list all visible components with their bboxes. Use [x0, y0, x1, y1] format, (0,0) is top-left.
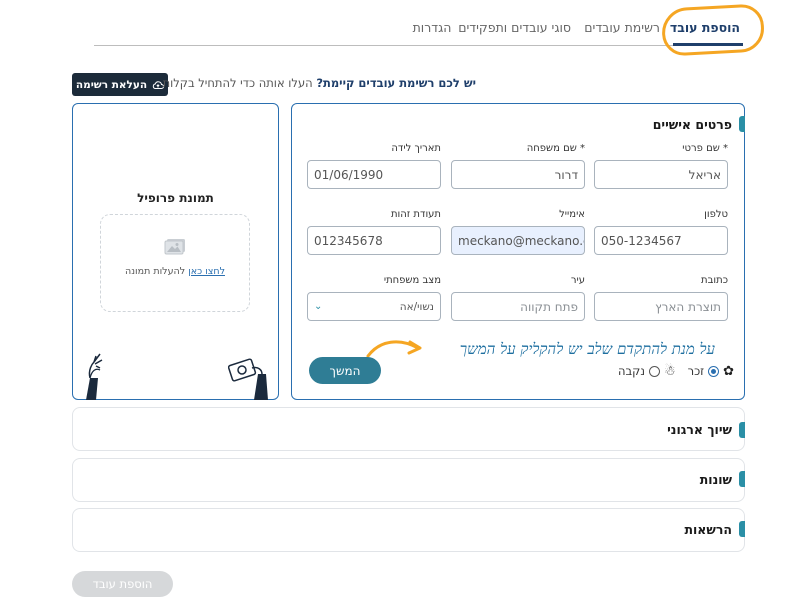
last-name-input[interactable]: דרור [451, 160, 585, 189]
section-marker [739, 471, 745, 487]
email-input[interactable]: meckano@meckano.co [451, 226, 585, 255]
address-input[interactable]: תוצרת הארץ [594, 292, 728, 321]
tab-settings[interactable]: הגדרות [411, 20, 453, 36]
id-number-label: תעודת זהות [390, 209, 441, 220]
upload-prompt: יש לכם רשימת עובדים קיימת? העלו אותה כדי… [163, 76, 476, 90]
marital-status-select[interactable]: נשוי/אה ⌄ [307, 292, 441, 321]
tab-employee-types[interactable]: סוגי עובדים ותפקידים [458, 20, 571, 36]
female-label: נקבה [618, 364, 645, 378]
waving-hand-illustration [86, 353, 103, 400]
male-label: זכר [687, 364, 705, 378]
chevron-down-icon: ⌄ [314, 301, 323, 312]
dropzone-text-rest: להעלות תמונה [125, 266, 189, 277]
permissions-title: הרשאות [684, 522, 732, 537]
personal-details-title: פרטים אישיים [652, 117, 732, 132]
female-icon: ☃ [663, 363, 676, 379]
image-icon [164, 239, 185, 255]
handwritten-annotation: על מנת להתקדם שלב יש להקליק על המשך [459, 340, 715, 358]
first-name-label: * שם פרטי [682, 143, 728, 154]
tab-employee-list[interactable]: רשימת עובדים [584, 20, 660, 36]
add-employee-button[interactable]: הוספת עובד [72, 571, 173, 597]
tab-highlight-circle [660, 3, 766, 57]
last-name-label: * שם משפחה [526, 143, 585, 154]
birth-date-label: תאריך לידה [391, 143, 441, 154]
profile-dropzone[interactable] [100, 214, 250, 312]
female-radio[interactable] [648, 365, 660, 377]
section-marker [739, 521, 745, 537]
marital-status-value: נשוי/אה [399, 300, 434, 313]
camera-hand-illustration [228, 358, 268, 400]
upload-prompt-bold: יש לכם רשימת עובדים קיימת? [316, 76, 476, 90]
address-label: כתובת [701, 275, 728, 286]
profile-title: תמונת פרופיל [137, 191, 214, 205]
upload-prompt-rest: העלו אותה כדי להתחיל בקלות [162, 76, 317, 90]
misc-title: שונות [699, 472, 732, 487]
first-name-input[interactable]: אריאל [594, 160, 728, 189]
tabs-divider [94, 45, 743, 46]
male-radio[interactable] [708, 365, 720, 377]
id-number-input[interactable]: 012345678 [307, 226, 441, 255]
section-marker [739, 422, 745, 438]
upload-list-button[interactable]: העלאת רשימה [72, 73, 168, 96]
birth-date-input[interactable]: 01/06/1990 [307, 160, 441, 189]
city-label: עיר [570, 275, 585, 286]
upload-image-link[interactable]: לחצו כאן [188, 266, 225, 277]
male-icon: ✿ [723, 363, 735, 379]
section-marker [739, 116, 745, 132]
org-assignment-title: שיוך ארגוני [667, 422, 732, 437]
continue-button[interactable]: המשך [309, 357, 381, 384]
marital-status-label: מצב משפחתי [383, 275, 441, 286]
phone-label: טלפון [704, 209, 728, 220]
phone-input[interactable]: 050-1234567 [594, 226, 728, 255]
email-label: אימייל [559, 209, 585, 220]
dropzone-text: לחצו כאן להעלות תמונה [100, 266, 250, 277]
city-input[interactable]: פתח תקווה [451, 292, 585, 321]
gender-options: ✿ זכר ☃ נקבה [618, 363, 734, 379]
upload-list-label: העלאת רשימה [75, 78, 148, 91]
